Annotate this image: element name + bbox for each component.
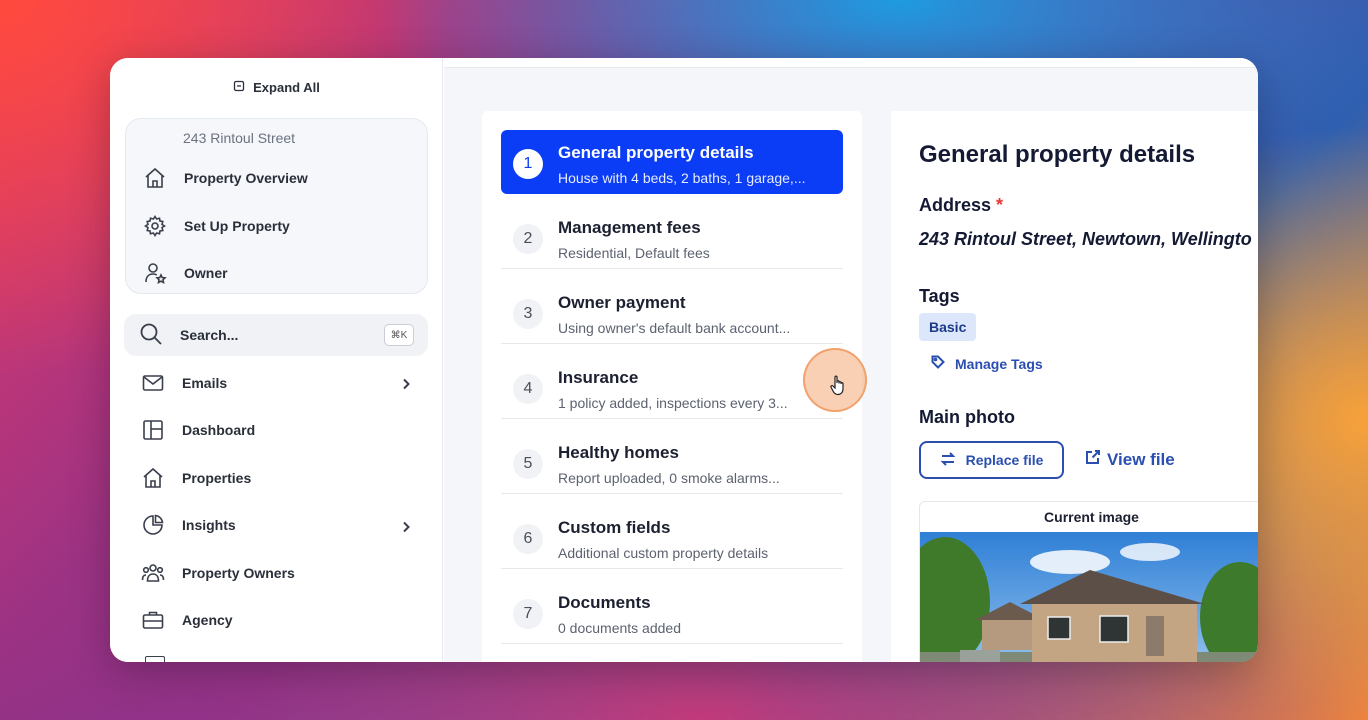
sidebar-item-label: Agency [182, 612, 233, 628]
step-title: General property details [558, 143, 754, 162]
property-photo[interactable] [920, 532, 1258, 662]
sidebar-item-label: Dashboard [182, 422, 256, 438]
address-label-text: Address [919, 195, 992, 215]
search-label: Search... [180, 327, 239, 343]
users-icon [140, 560, 166, 586]
house-icon [140, 465, 166, 491]
current-image-caption: Current image [1044, 509, 1139, 525]
step-management-fees[interactable]: 2 Management fees Residential, Default f… [501, 205, 843, 269]
step-insurance[interactable]: 4 Insurance 1 policy added, inspections … [501, 355, 843, 419]
briefcase-icon [140, 607, 166, 633]
step-title: Healthy homes [558, 443, 679, 462]
step-title: Custom fields [558, 518, 671, 537]
sidebar-item-label: Properties [182, 470, 252, 486]
app-window: Expand All 243 Rintoul Street Property O… [110, 58, 1258, 662]
sidebar-item-property-overview[interactable]: Property Overview [142, 165, 308, 191]
setup-steps-panel: 1 General property details House with 4 … [482, 111, 867, 662]
manage-tags-label: Manage Tags [955, 355, 1043, 372]
step-number: 2 [513, 224, 543, 254]
sidebar-item-insights[interactable]: Insights [140, 512, 236, 538]
search-bar[interactable]: Search... ⌘K [124, 314, 428, 356]
step-custom-fields[interactable]: 6 Custom fields Additional custom proper… [501, 505, 843, 569]
swap-icon [940, 451, 956, 470]
step-subtitle: 0 documents added [558, 620, 681, 636]
pie-chart-icon [140, 512, 166, 538]
step-title: Documents [558, 593, 651, 612]
sidebar-item-label: Owner [184, 265, 228, 281]
click-indicator [803, 348, 867, 412]
step-subtitle: 1 policy added, inspections every 3... [558, 395, 788, 411]
tag-basic[interactable]: Basic [919, 313, 977, 341]
user-star-icon [142, 260, 168, 286]
sidebar-item-label: Insights [182, 517, 236, 533]
step-title: Owner payment [558, 293, 686, 312]
sidebar-item-label: Property Owners [182, 565, 295, 581]
sidebar: Expand All 243 Rintoul Street Property O… [110, 58, 443, 662]
step-number: 4 [513, 374, 543, 404]
expand-icon [233, 80, 245, 95]
sidebar-item-property-owners[interactable]: Property Owners [140, 560, 295, 586]
required-mark: * [996, 195, 1004, 215]
expand-all-label: Expand All [253, 80, 320, 95]
property-card: 243 Rintoul Street Property Overview Set… [125, 118, 428, 294]
manage-tags-link[interactable]: Manage Tags [931, 355, 1043, 372]
search-shortcut-badge: ⌘K [384, 324, 414, 346]
step-subtitle: Report uploaded, 0 smoke alarms... [558, 470, 780, 486]
top-bar [444, 58, 1258, 68]
sidebar-item-agency[interactable]: Agency [140, 607, 233, 633]
step-documents[interactable]: 7 Documents 0 documents added [501, 580, 843, 644]
tag-icon [931, 355, 945, 372]
chevron-right-icon[interactable] [400, 520, 412, 533]
search-icon [138, 321, 166, 349]
layout-icon [140, 417, 166, 443]
property-address: 243 Rintoul Street [183, 130, 296, 146]
sidebar-item-emails[interactable]: Emails [140, 370, 227, 396]
main-photo-label: Main photo [919, 407, 1015, 427]
step-healthy-homes[interactable]: 5 Healthy homes Report uploaded, 0 smoke… [501, 430, 843, 494]
step-owner-payment[interactable]: 3 Owner payment Using owner's default ba… [501, 280, 843, 344]
step-number: 5 [513, 449, 543, 479]
sidebar-item-properties[interactable]: Properties [140, 465, 251, 491]
sidebar-item-label: Property Overview [184, 170, 308, 186]
main-area: 1 General property details House with 4 … [444, 58, 1258, 662]
partial-nav-icon [145, 656, 165, 662]
sidebar-item-label: Emails [182, 375, 228, 391]
replace-file-label: Replace file [965, 452, 1044, 468]
step-subtitle: Residential, Default fees [558, 245, 710, 261]
step-general-property-details[interactable]: 1 General property details House with 4 … [501, 130, 843, 194]
address-value: 243 Rintoul Street, Newtown, Wellingto [919, 229, 1252, 249]
house-icon [142, 165, 168, 191]
step-number: 1 [513, 149, 543, 179]
replace-file-button[interactable]: Replace file [919, 441, 1064, 479]
chevron-right-icon[interactable] [400, 377, 412, 390]
expand-all-button[interactable]: Expand All [110, 80, 443, 95]
step-title: Insurance [558, 368, 639, 387]
sidebar-item-dashboard[interactable]: Dashboard [140, 417, 255, 443]
tags-label: Tags [919, 286, 960, 306]
sidebar-item-owner[interactable]: Owner [142, 260, 228, 286]
details-title: General property details [919, 141, 1196, 168]
current-image-card: Current image [919, 501, 1258, 662]
step-number: 6 [513, 524, 543, 554]
sidebar-item-label: Set Up Property [184, 218, 290, 234]
step-title: Management fees [558, 218, 701, 237]
step-number: 7 [513, 599, 543, 629]
sidebar-item-set-up-property[interactable]: Set Up Property [142, 213, 290, 239]
external-link-icon [1085, 449, 1101, 470]
step-subtitle: House with 4 beds, 2 baths, 1 garage,... [558, 170, 806, 186]
view-file-link[interactable]: View file [1085, 449, 1175, 470]
step-subtitle: Using owner's default bank account... [558, 320, 791, 336]
gear-icon [142, 213, 168, 239]
step-subtitle: Additional custom property details [558, 545, 769, 561]
hand-cursor-icon [830, 375, 844, 396]
view-file-label: View file [1107, 449, 1175, 469]
step-number: 3 [513, 299, 543, 329]
mail-icon [140, 370, 166, 396]
address-label: Address * [919, 195, 1003, 216]
details-panel: General property details Address * 243 R… [891, 111, 1258, 662]
